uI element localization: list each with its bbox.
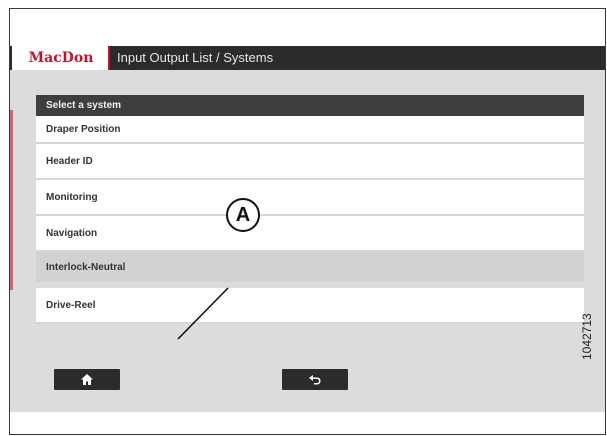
macdon-logo: MacDon [12, 46, 110, 70]
title-bar: MacDon Input Output List / Systems [10, 46, 605, 70]
figure-number: 1042713 [580, 313, 594, 360]
callout-leader-line [177, 287, 229, 340]
main-screen: Select a system Draper Position Header I… [10, 70, 605, 412]
callout-marker: A [226, 198, 260, 232]
screen-frame: MacDon Input Output List / Systems Selec… [9, 8, 606, 435]
page-title: Input Output List / Systems [117, 50, 274, 65]
